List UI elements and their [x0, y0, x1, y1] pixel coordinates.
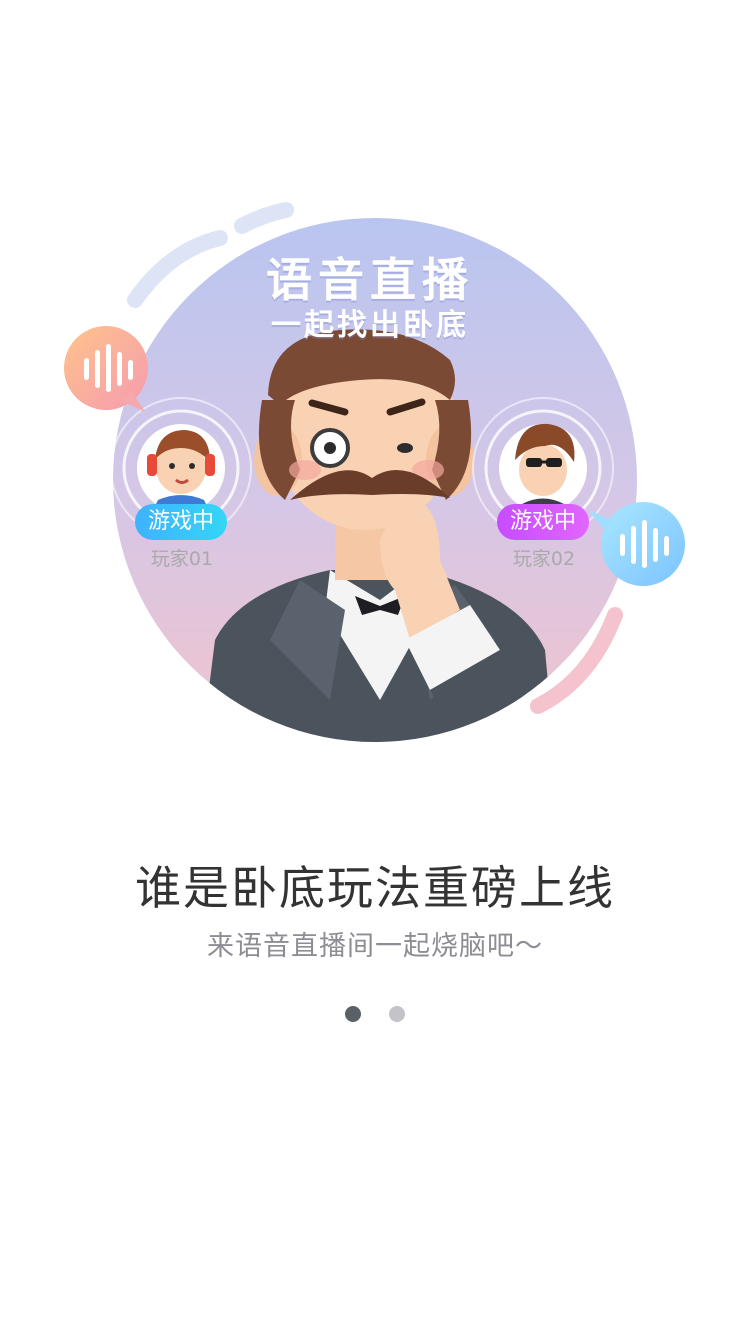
page-indicator: [0, 1006, 750, 1024]
player-name-2: 玩家02: [512, 548, 576, 570]
page-dot-active[interactable]: [345, 1006, 361, 1022]
hero-subtitle: 一起找出卧底: [271, 308, 469, 343]
decor-arc-top: [234, 202, 294, 234]
hero-illustration: 语音直播 一起找出卧底 游戏中 玩家01 游戏中 玩家02: [0, 0, 750, 780]
onboarding-subline: 来语音直播间一起烧脑吧～: [207, 931, 543, 962]
page-dot-inactive[interactable]: [389, 1006, 405, 1022]
voice-bubble-left-icon: [64, 326, 148, 412]
player-name-1: 玩家01: [150, 548, 214, 570]
player-status-badge-2: 游戏中: [497, 504, 589, 540]
player-status-badge-1: 游戏中: [135, 504, 227, 540]
hero-artwork: [64, 202, 685, 742]
onboarding-headline: 谁是卧底玩法重磅上线: [135, 861, 615, 915]
